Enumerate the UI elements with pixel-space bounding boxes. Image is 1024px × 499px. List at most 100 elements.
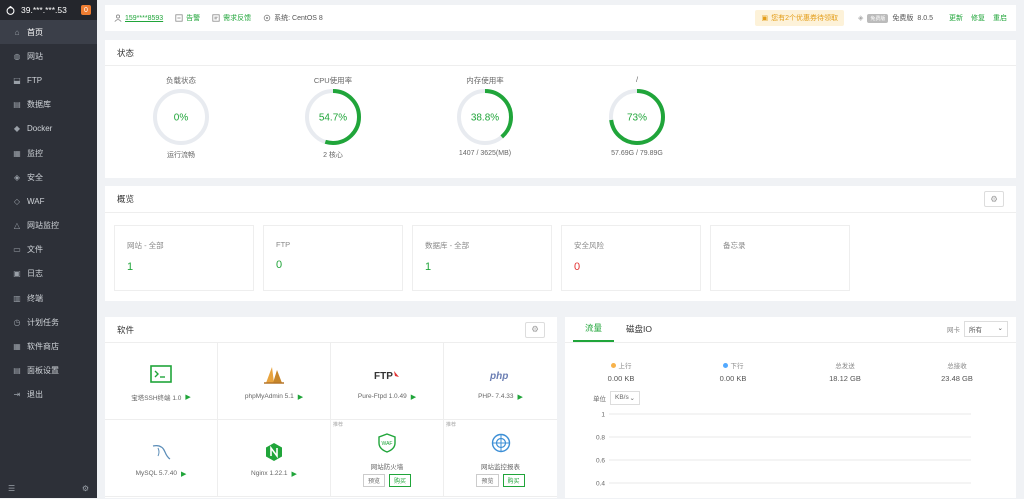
home-icon: ⌂	[14, 27, 20, 37]
software-card[interactable]: FTP Pure-Ftpd 1.0.49 ▶	[331, 343, 444, 420]
overview-card-value[interactable]: 1	[127, 261, 241, 273]
gauge-value: 54.7%	[319, 113, 347, 124]
software-card[interactable]: 推荐网站监控报表预览 购买	[444, 420, 557, 497]
overview-settings-button[interactable]: ⚙	[984, 191, 1004, 207]
gauge-ring[interactable]: 38.8%	[455, 87, 515, 147]
feedback-link[interactable]: 需求反馈	[212, 13, 251, 23]
ssh-terminal-icon	[150, 361, 172, 387]
unit-select[interactable]: KB/s ⌄	[610, 391, 640, 405]
nic-label: 网卡	[947, 327, 960, 334]
waf-icon: ◇	[13, 196, 21, 206]
sidebar-settings-icon[interactable]: ⚙	[82, 484, 89, 493]
bell-icon	[175, 14, 183, 22]
software-card[interactable]: Nginx 1.22.1 ▶	[218, 420, 331, 497]
gauge-ring[interactable]: 54.7%	[303, 87, 363, 147]
coupon-notice[interactable]: ▣ 您有2个优惠券待领取	[755, 10, 845, 26]
overview-card-3[interactable]: 安全风险 0	[561, 225, 701, 291]
svg-text:WAF: WAF	[382, 441, 393, 447]
overview-card-label: 安全风险	[574, 241, 604, 250]
sidebar-item-6[interactable]: ◈ 安全	[0, 165, 97, 189]
sidebar-item-0[interactable]: ⌂ 首页	[0, 20, 97, 45]
unit-value: KB/s	[615, 394, 629, 401]
sidebar-item-label: FTP	[27, 75, 43, 85]
monitor-icon: ▦	[13, 148, 21, 158]
overview-card-value[interactable]: 0	[276, 259, 390, 271]
sidebar-item-2[interactable]: ⬓ FTP	[0, 68, 97, 92]
sidebar-item-15[interactable]: ⇥ 退出	[0, 383, 97, 407]
sidebar-item-label: 文件	[27, 245, 43, 255]
software-card[interactable]: 宝塔SSH终端 1.0 ▶	[105, 343, 218, 420]
play-icon[interactable]: ▶	[518, 393, 523, 401]
software-name: 网站监控报表	[481, 461, 520, 471]
play-icon[interactable]: ▶	[292, 470, 297, 478]
logout-icon: ⇥	[13, 390, 21, 400]
svg-text:FTP: FTP	[374, 371, 393, 382]
chart-icon: △	[13, 221, 21, 231]
sidebar-item-5[interactable]: ▦ 监控	[0, 141, 97, 165]
sidebar-item-9[interactable]: ▭ 文件	[0, 238, 97, 262]
sidebar-item-3[interactable]: ▤ 数据库	[0, 93, 97, 117]
tab-traffic[interactable]: 流量	[573, 316, 615, 342]
tab-disk-io[interactable]: 磁盘IO	[614, 316, 664, 342]
nic-select[interactable]: 所有 ⌄	[964, 321, 1008, 337]
sidebar-item-8[interactable]: △ 网站监控	[0, 214, 97, 238]
sidebar-item-12[interactable]: ◷ 计划任务	[0, 310, 97, 334]
alarm-link[interactable]: 告警	[175, 13, 200, 23]
collapse-menu-icon[interactable]: ☰	[8, 484, 15, 493]
server-header[interactable]: 39.***.***.53 0	[0, 0, 97, 20]
software-panel: 软件 ⚙ 宝塔SSH终端 1.0 ▶ phpMyAdmin 5.1 ▶ FTP Pure-…	[105, 317, 557, 498]
software-card[interactable]: MySQL 5.7.40 ▶	[105, 420, 218, 497]
update-link[interactable]: 更新	[949, 13, 963, 23]
overview-title: 概览	[117, 194, 135, 204]
gauge-value: 38.8%	[471, 113, 499, 124]
gauge-0: 负载状态 0% 运行流畅	[105, 75, 257, 160]
buy-button[interactable]: 购买	[502, 473, 525, 487]
software-name: 网站防火墙	[371, 461, 404, 471]
sidebar-item-10[interactable]: ▣ 日志	[0, 262, 97, 286]
gauge-ring[interactable]: 0%	[151, 87, 211, 147]
software-card[interactable]: 推荐 WAF 网站防火墙 预览 购买	[331, 420, 444, 497]
svg-text:php: php	[489, 371, 508, 382]
play-icon[interactable]: ▶	[185, 393, 190, 401]
sidebar-item-11[interactable]: ▥ 终端	[0, 286, 97, 310]
traffic-stat-label: 上行	[618, 363, 632, 370]
gauge-ring[interactable]: 73%	[607, 87, 667, 147]
preview-button[interactable]: 预览	[476, 473, 499, 487]
buy-button[interactable]: 购买	[389, 473, 412, 487]
sidebar-item-label: 网站监控	[27, 221, 59, 231]
play-icon[interactable]: ▶	[298, 393, 303, 401]
play-icon[interactable]: ▶	[181, 470, 186, 478]
traffic-chart: 1 0.8 0.6 0.4	[596, 412, 971, 488]
overview-card-0[interactable]: 网站 - 全部 1	[114, 225, 254, 291]
traffic-stat-value: 23.48 GB	[941, 374, 973, 383]
clock-icon: ◷	[13, 317, 21, 327]
docker-icon: ◆	[13, 124, 21, 134]
sidebar-item-13[interactable]: ▦ 软件商店	[0, 334, 97, 358]
software-card[interactable]: php PHP- 7.4.33 ▶	[444, 343, 557, 420]
sidebar-item-7[interactable]: ◇ WAF	[0, 189, 97, 213]
message-badge[interactable]: 0	[81, 5, 91, 15]
software-card[interactable]: phpMyAdmin 5.1 ▶	[218, 343, 331, 420]
sidebar-item-4[interactable]: ◆ Docker	[0, 117, 97, 141]
overview-card-1[interactable]: FTP 0	[263, 225, 403, 291]
gauge-title: CPU使用率	[313, 76, 353, 85]
software-settings-button[interactable]: ⚙	[525, 321, 545, 338]
repair-link[interactable]: 修复	[971, 13, 985, 23]
sidebar-item-14[interactable]: ▤ 面板设置	[0, 359, 97, 383]
play-icon[interactable]: ▶	[411, 393, 416, 401]
recommend-tag: 推荐	[446, 422, 457, 428]
gauge-value: 73%	[627, 113, 647, 124]
version-label: 免费版	[892, 15, 914, 22]
pureftpd-icon: FTP	[374, 362, 400, 388]
sidebar-item-1[interactable]: ◍ 网站	[0, 44, 97, 68]
overview-card-value[interactable]: 1	[425, 261, 539, 273]
restart-link[interactable]: 重启	[993, 13, 1007, 23]
overview-card-2[interactable]: 数据库 - 全部 1	[412, 225, 552, 291]
overview-card-label: 网站 - 全部	[127, 241, 164, 250]
preview-button[interactable]: 预览	[362, 473, 385, 487]
alarm-label: 告警	[186, 15, 201, 22]
unit-label: 单位	[593, 396, 606, 403]
user-account[interactable]: 159****8593	[114, 14, 163, 22]
overview-card-4[interactable]: 备忘录	[710, 225, 850, 291]
overview-card-value[interactable]: 0	[574, 261, 688, 273]
